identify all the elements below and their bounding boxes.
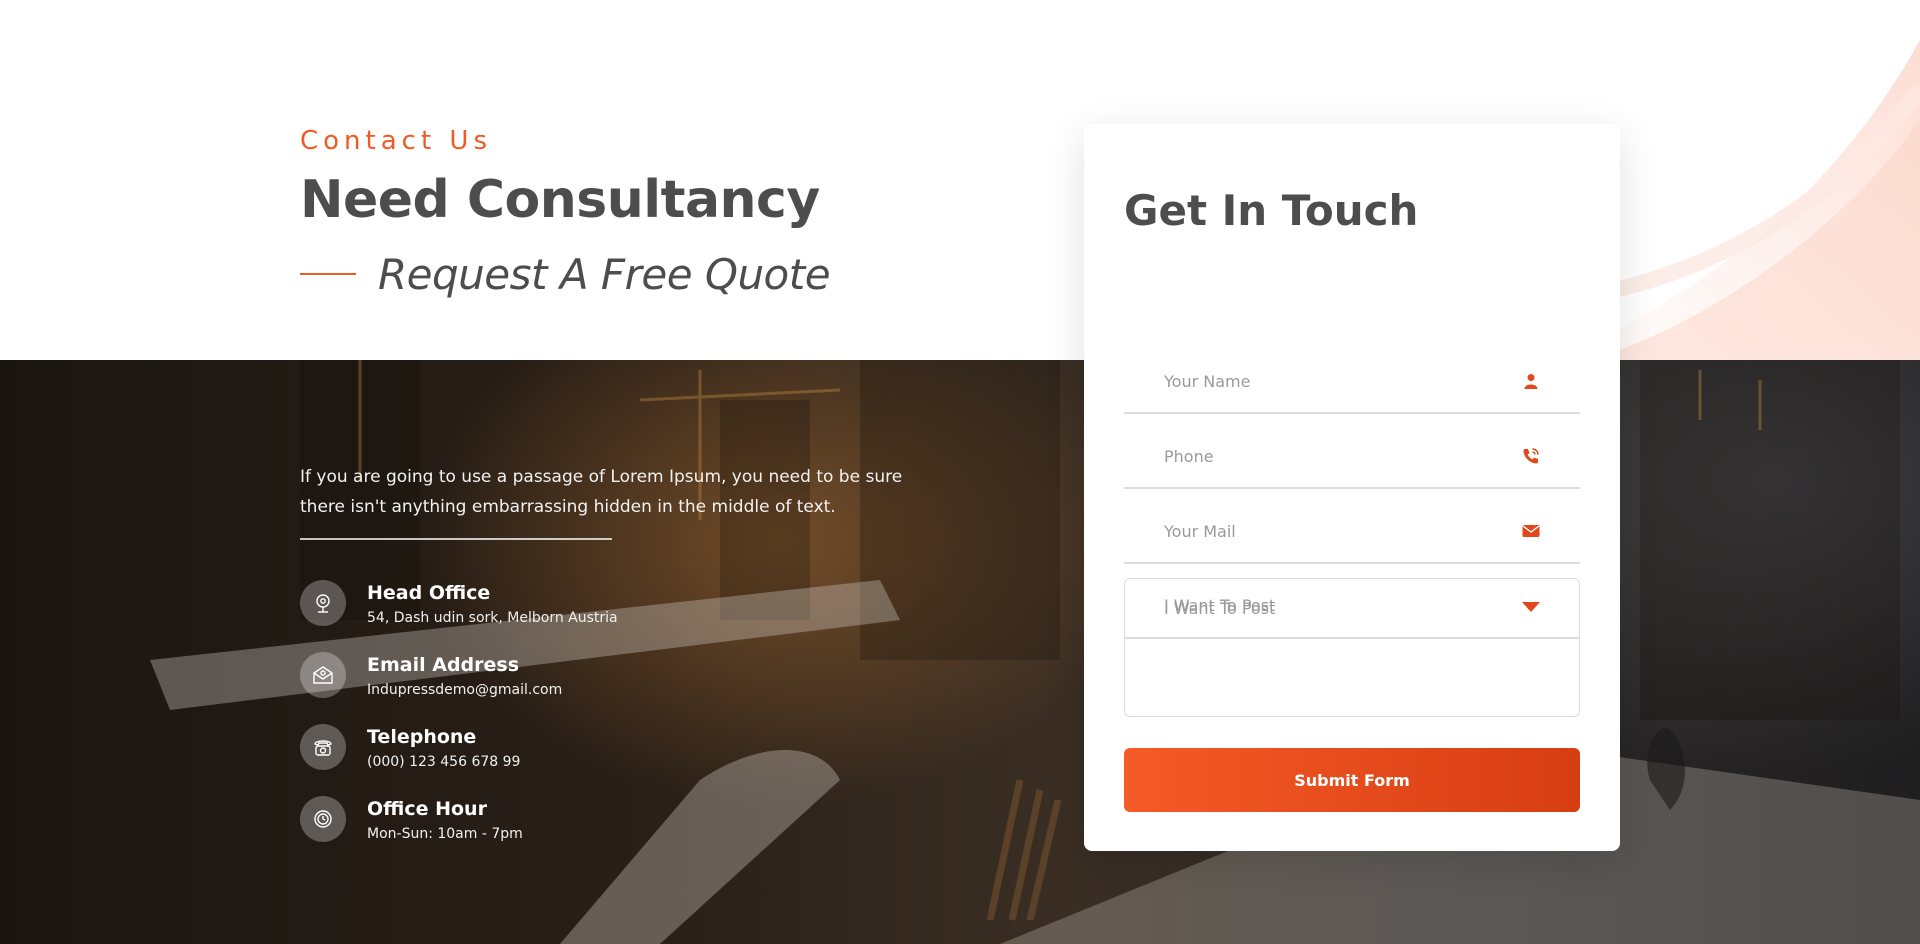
info-title: Office Hour	[367, 798, 487, 820]
contact-info-section: If you are going to use a passage of Lor…	[0, 360, 1920, 944]
info-item-telephone: Telephone (000) 123 456 678 99	[300, 724, 520, 770]
location-icon	[300, 580, 346, 626]
mail-field	[1124, 502, 1580, 564]
telephone-icon	[300, 724, 346, 770]
info-text: Mon-Sun: 10am - 7pm	[367, 826, 523, 842]
info-text: Indupressdemo@gmail.com	[367, 682, 563, 698]
info-title: Telephone	[367, 726, 477, 748]
submit-form-button[interactable]: Submit Form	[1124, 748, 1580, 812]
info-title: Head Office	[367, 582, 491, 604]
info-text: 54, Dash udin sork, Melborn Austria	[367, 610, 618, 626]
user-icon	[1524, 374, 1538, 389]
intro-divider	[300, 538, 612, 540]
page-title: Need Consultancy	[300, 170, 820, 230]
construction-background-image	[150, 360, 1920, 944]
phone-icon	[1523, 448, 1539, 464]
name-input[interactable]	[1124, 352, 1580, 410]
phone-input[interactable]	[1124, 427, 1580, 485]
info-title: Email Address	[367, 654, 520, 676]
info-item-office-hour: Office Hour Mon-Sun: 10am - 7pm	[300, 796, 523, 842]
clock-icon	[300, 796, 346, 842]
section-kicker: Contact Us	[300, 126, 492, 156]
message-textarea[interactable]	[1125, 579, 1579, 716]
top-section: Contact Us Need Consultancy Request A Fr…	[0, 0, 1920, 360]
mail-input[interactable]	[1124, 502, 1580, 560]
form-title: Get In Touch	[1124, 186, 1419, 235]
mail-icon	[1522, 525, 1540, 537]
intro-text: If you are going to use a passage of Lor…	[300, 467, 903, 517]
info-item-email: Email Address Indupressdemo@gmail.com	[300, 652, 562, 698]
info-text: (000) 123 456 678 99	[367, 754, 521, 770]
message-field	[1124, 578, 1580, 717]
contact-form-card: Get In Touch I Want To Post Submit Form	[1084, 124, 1620, 851]
name-field	[1124, 352, 1580, 414]
accent-dash	[300, 273, 356, 275]
subheadline-row: Request A Free Quote	[300, 244, 831, 304]
phone-field	[1124, 427, 1580, 489]
envelope-icon	[300, 652, 346, 698]
info-item-head-office: Head Office 54, Dash udin sork, Melborn …	[300, 580, 618, 626]
subheadline: Request A Free Quote	[378, 249, 831, 299]
